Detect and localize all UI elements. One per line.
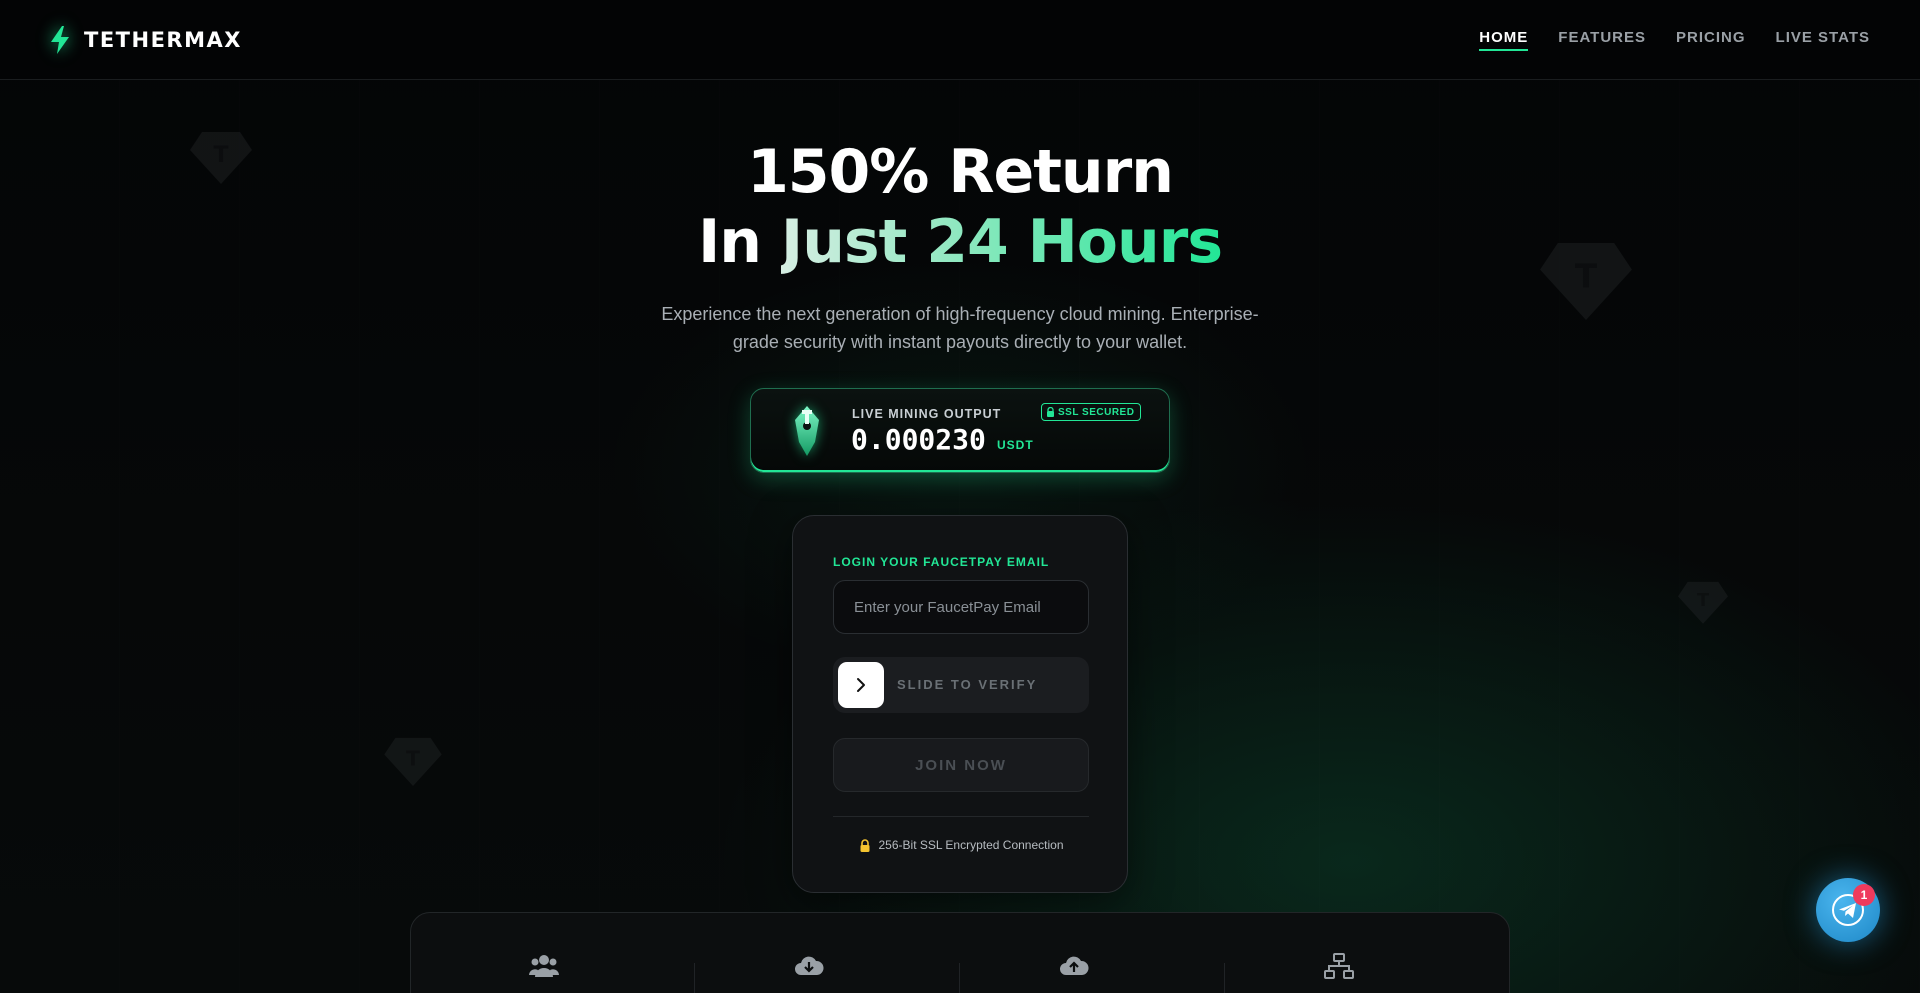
mining-output-value: 0.000230 <box>851 423 986 456</box>
live-mining-card: LIVE MINING OUTPUT SSL SECURED 0.000230 … <box>750 388 1170 473</box>
brand-logo[interactable]: TETHERMAX <box>48 25 242 54</box>
stat-network <box>1206 953 1471 983</box>
notification-badge: 1 <box>1853 884 1875 906</box>
login-card: LOGIN YOUR FAUCETPAY EMAIL SLIDE TO VERI… <box>792 515 1128 893</box>
ssl-secured-badge: SSL SECURED <box>1041 403 1142 421</box>
hero-title-plain: In <box>697 207 781 277</box>
hero-title-line1: 150% Return <box>747 137 1174 207</box>
ssl-encryption-note: 256-Bit SSL Encrypted Connection <box>793 838 1129 852</box>
padlock-icon <box>860 838 869 852</box>
lock-icon <box>1047 407 1054 417</box>
email-field-label: LOGIN YOUR FAUCETPAY EMAIL <box>833 555 1050 569</box>
divider <box>833 816 1089 817</box>
slide-to-verify[interactable]: SLIDE TO VERIFY <box>833 657 1089 713</box>
users-icon <box>528 955 559 977</box>
email-field[interactable] <box>833 580 1089 634</box>
navbar: TETHERMAX HOME FEATURES PRICING LIVE STA… <box>0 0 1920 80</box>
nav-link-home[interactable]: HOME <box>1479 29 1529 51</box>
chevron-right-icon <box>857 678 865 692</box>
nav-links: HOME FEATURES PRICING LIVE STATS <box>1479 29 1870 51</box>
svg-text:T: T <box>406 747 420 771</box>
stats-panel <box>410 912 1510 993</box>
mining-pen-icon <box>795 406 819 456</box>
slider-label: SLIDE TO VERIFY <box>897 677 1038 692</box>
slider-handle[interactable] <box>838 662 884 708</box>
stat-users <box>411 953 676 983</box>
tether-gem-icon: T <box>1678 581 1728 624</box>
brand-name: TETHERMAX <box>84 27 242 52</box>
network-icon <box>1323 953 1354 979</box>
ssl-badge-text: SSL SECURED <box>1058 406 1135 418</box>
ssl-encryption-text: 256-Bit SSL Encrypted Connection <box>878 838 1064 852</box>
cloud-upload-icon <box>1059 956 1089 975</box>
tether-gem-icon: T <box>384 737 442 786</box>
mining-unit: USDT <box>997 438 1034 452</box>
stat-upload <box>941 953 1206 983</box>
lightning-bolt-icon <box>51 25 69 54</box>
hero-title-line2: In Just 24 Hours <box>0 207 1920 277</box>
svg-text:T: T <box>1697 591 1709 611</box>
nav-link-features[interactable]: FEATURES <box>1558 29 1646 51</box>
mining-label: LIVE MINING OUTPUT <box>852 407 1002 421</box>
hero-subtitle: Experience the next generation of high-f… <box>661 304 1259 352</box>
stat-download <box>676 953 941 983</box>
cloud-download-icon <box>794 956 824 975</box>
nav-link-pricing[interactable]: PRICING <box>1676 29 1746 51</box>
join-now-button[interactable]: JOIN NOW <box>833 738 1089 792</box>
nav-link-live-stats[interactable]: LIVE STATS <box>1776 29 1870 51</box>
hero-title-gradient: Just 24 Hours <box>780 207 1223 277</box>
